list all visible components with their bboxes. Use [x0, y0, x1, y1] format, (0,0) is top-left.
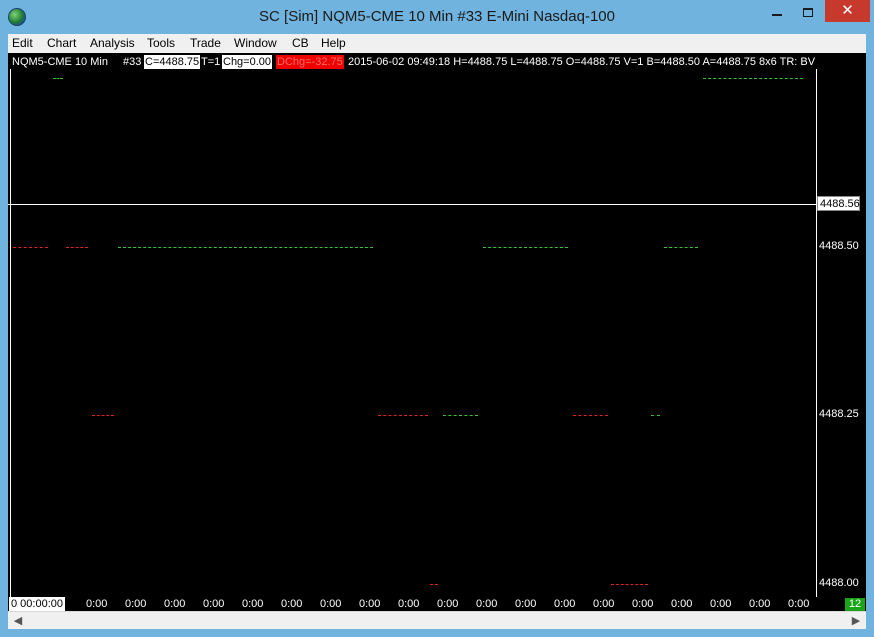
time-label-first: 0 00:00:00 [9, 597, 65, 611]
time-label: 0:00 [359, 598, 381, 610]
time-label: 0:00 [593, 598, 615, 610]
info-symbol: NQM5-CME 10 Min [12, 56, 108, 68]
horizontal-scrollbar[interactable]: ◀ ▶ [8, 611, 866, 629]
red-price-level-mark [378, 415, 428, 416]
menu-window[interactable]: Window [234, 36, 277, 50]
time-label: 0:00 [788, 598, 810, 610]
time-label: 0:00 [476, 598, 498, 610]
menu-tools[interactable]: Tools [147, 36, 175, 50]
time-label: 0:00 [203, 598, 225, 610]
green-price-level-mark [664, 247, 698, 248]
menu-cb[interactable]: CB [292, 36, 309, 50]
menu-trade[interactable]: Trade [190, 36, 221, 50]
price-label: 4488.25 [819, 408, 859, 420]
info-chart-number: #33 [123, 56, 142, 68]
red-price-level-mark [92, 415, 114, 416]
green-price-level-mark [483, 247, 568, 248]
time-label: 0:00 [671, 598, 693, 610]
info-daily-change: DChg=-32.75 [276, 55, 344, 69]
info-change: Chg=0.00 [222, 55, 273, 69]
close-icon: ✕ [841, 2, 854, 19]
time-label: 0:00 [710, 598, 732, 610]
time-label: 0:00 [554, 598, 576, 610]
time-label: 0:00 [398, 598, 420, 610]
green-price-level-mark [118, 247, 373, 248]
red-price-level-mark [430, 584, 438, 585]
scroll-right-arrow-icon[interactable]: ▶ [849, 614, 863, 628]
green-price-level-mark [53, 78, 63, 79]
minimize-icon [772, 14, 782, 17]
time-label: 0:00 [242, 598, 264, 610]
time-label: 0:00 [437, 598, 459, 610]
minimize-button[interactable] [763, 0, 791, 22]
info-details: 2015-06-02 09:49:18 H=4488.75 L=4488.75 … [348, 56, 816, 68]
close-button[interactable]: ✕ [825, 0, 870, 22]
chart-area[interactable]: NQM5-CME 10 Min #33 C=4488.75 T=1 Chg=0.… [8, 53, 866, 611]
menu-analysis[interactable]: Analysis [90, 36, 135, 50]
green-price-level-mark [651, 415, 660, 416]
info-close: C=4488.75 [144, 55, 201, 69]
time-label: 0:00 [320, 598, 342, 610]
price-axis-line [816, 69, 817, 597]
time-label: 0:00 [86, 598, 108, 610]
time-label: 0:00 [515, 598, 537, 610]
maximize-button[interactable] [794, 0, 822, 22]
time-label: 0:00 [749, 598, 771, 610]
price-label: 4488.50 [819, 240, 859, 252]
maximize-icon [803, 7, 813, 17]
current-price-line [8, 204, 816, 205]
title-bar: SC [Sim] NQM5-CME 10 Min #33 E-Mini Nasd… [0, 0, 874, 34]
time-label: 0:00 [164, 598, 186, 610]
price-label: 4488.00 [819, 577, 859, 589]
left-boundary-line [10, 69, 11, 597]
bar-counter-badge: 12 [845, 598, 865, 611]
red-price-level-mark [66, 247, 88, 248]
info-trades: T=1 [201, 56, 221, 68]
menu-edit[interactable]: Edit [12, 36, 33, 50]
menu-bar: Edit Chart Analysis Tools Trade Window C… [8, 34, 866, 53]
red-price-level-mark [611, 584, 648, 585]
menu-help[interactable]: Help [321, 36, 346, 50]
red-price-level-mark [13, 247, 48, 248]
time-axis: 0 00:00:00 12 0:00 0:00 0:00 0:00 0:00 0:00 0:… [8, 597, 866, 611]
green-price-level-mark [443, 415, 478, 416]
current-price-label: 4488.56 [817, 196, 860, 211]
time-label: 0:00 [632, 598, 654, 610]
window-title: SC [Sim] NQM5-CME 10 Min #33 E-Mini Nasd… [259, 8, 615, 25]
time-label: 0:00 [281, 598, 303, 610]
time-label: 0:00 [125, 598, 147, 610]
menu-chart[interactable]: Chart [47, 36, 76, 50]
scroll-left-arrow-icon[interactable]: ◀ [11, 614, 25, 628]
green-price-level-mark [703, 78, 803, 79]
red-price-level-mark [573, 415, 608, 416]
